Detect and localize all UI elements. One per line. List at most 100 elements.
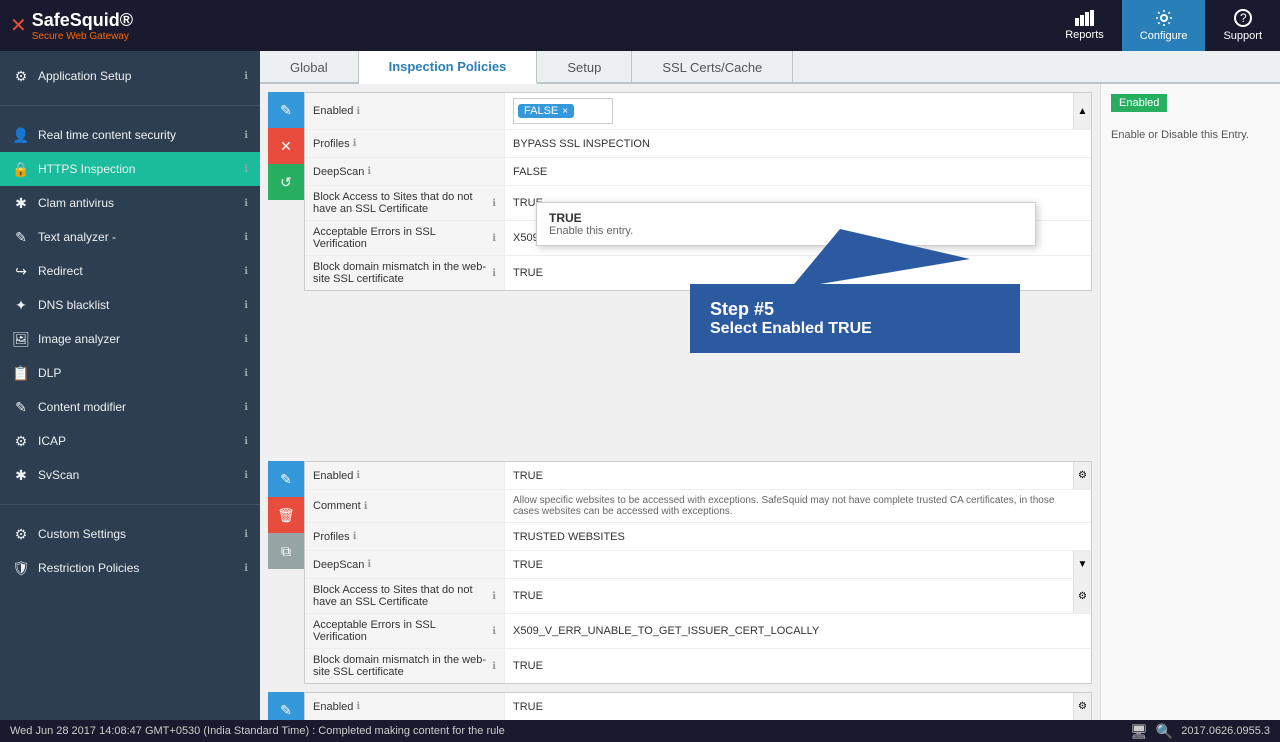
info-icon[interactable]: ℹ bbox=[492, 626, 496, 637]
main-content: Global Inspection Policies Setup SSL Cer… bbox=[260, 51, 1280, 720]
history-button-1[interactable]: ↺ bbox=[268, 164, 304, 200]
enabled-label: Enabled ℹ bbox=[305, 93, 505, 129]
info-icon[interactable]: ℹ bbox=[244, 232, 248, 243]
settings-btn-3[interactable]: ⚙ bbox=[1073, 693, 1091, 720]
info-icon[interactable]: ℹ bbox=[353, 138, 357, 149]
sidebar-item-svscan[interactable]: ✱ SvScan ℹ bbox=[0, 458, 260, 492]
info-icon[interactable]: ℹ bbox=[356, 701, 360, 712]
arrow-svg bbox=[790, 229, 970, 289]
sidebar-item-restriction[interactable]: 🛡 Restriction Policies ℹ bbox=[0, 551, 260, 585]
sidebar-item-dns[interactable]: ✦ DNS blacklist ℹ bbox=[0, 288, 260, 322]
info-icon[interactable]: ℹ bbox=[492, 233, 496, 244]
deepscan-label-2: DeepScan ℹ bbox=[305, 551, 505, 578]
tag-input[interactable]: FALSE × bbox=[513, 98, 613, 124]
sidebar-item-redirect[interactable]: ↪ Redirect ℹ bbox=[0, 254, 260, 288]
sidebar-label: Redirect bbox=[38, 264, 240, 278]
sidebar-label: DLP bbox=[38, 366, 240, 380]
support-label: Support bbox=[1223, 30, 1262, 42]
policy-block-2: ✎ 🗑 ⧉ Enabled ℹ TRUE ⚙ Comment ℹ Allow s… bbox=[268, 461, 1092, 684]
sidebar-label: Clam antivirus bbox=[38, 196, 240, 210]
step-annotation: Step #5 Select Enabled TRUE bbox=[690, 269, 1020, 353]
tab-global[interactable]: Global bbox=[260, 51, 359, 84]
sidebar-label: DNS blacklist bbox=[38, 298, 240, 312]
sidebar-item-clam[interactable]: ✱ Clam antivirus ℹ bbox=[0, 186, 260, 220]
block-domain-label-2: Block domain mismatch in the web-site SS… bbox=[305, 649, 505, 683]
info-icon[interactable]: ℹ bbox=[244, 71, 248, 82]
info-icon[interactable]: ℹ bbox=[244, 436, 248, 447]
content-area: ✎ ✕ ↺ Enabled ℹ bbox=[260, 84, 1280, 720]
sidebar-label: Restriction Policies bbox=[38, 561, 240, 575]
info-icon[interactable]: ℹ bbox=[353, 531, 357, 542]
edit-button-3[interactable]: ✎ bbox=[268, 692, 304, 720]
copy-button-2[interactable]: ⧉ bbox=[268, 533, 304, 569]
sidebar-item-text[interactable]: ✎ Text analyzer - ℹ bbox=[0, 220, 260, 254]
edit-button-2[interactable]: ✎ bbox=[268, 461, 304, 497]
info-icon[interactable]: ℹ bbox=[367, 166, 371, 177]
block-access-row-2: Block Access to Sites that do not have a… bbox=[305, 579, 1091, 614]
delete-button-2[interactable]: 🗑 bbox=[268, 497, 304, 533]
tag-close[interactable]: × bbox=[562, 106, 568, 117]
info-icon[interactable]: ℹ bbox=[367, 559, 371, 570]
info-icon[interactable]: ℹ bbox=[492, 198, 496, 209]
sidebar-item-content[interactable]: ✎ Content modifier ℹ bbox=[0, 390, 260, 424]
sidebar: ⚙ Application Setup ℹ 👤 Real time conten… bbox=[0, 51, 260, 720]
delete-button-1[interactable]: ✕ bbox=[268, 128, 304, 164]
deepscan-label: DeepScan ℹ bbox=[305, 158, 505, 185]
lock-icon: 🔒 bbox=[12, 160, 30, 178]
screen-icon: 🖥 bbox=[1130, 723, 1148, 740]
configure-button[interactable]: Configure bbox=[1122, 0, 1206, 51]
info-icon[interactable]: ℹ bbox=[244, 470, 248, 481]
sidebar-item-icap[interactable]: ⚙ ICAP ℹ bbox=[0, 424, 260, 458]
scroll-top-btn[interactable]: ▲ bbox=[1073, 93, 1091, 129]
block1-content: Enabled ℹ FALSE × ▲ bbox=[304, 92, 1092, 291]
info-icon[interactable]: ℹ bbox=[244, 563, 248, 574]
deepscan-value-2: TRUE bbox=[505, 551, 1073, 578]
info-icon[interactable]: ℹ bbox=[356, 106, 360, 117]
sidebar-label: HTTPS Inspection bbox=[38, 162, 240, 176]
deepscan-row-2: DeepScan ℹ TRUE ▼ bbox=[305, 551, 1091, 579]
settings-btn-2b[interactable]: ⚙ bbox=[1073, 579, 1091, 613]
sidebar-item-custom[interactable]: ⚙ Custom Settings ℹ bbox=[0, 517, 260, 551]
tab-setup[interactable]: Setup bbox=[537, 51, 632, 84]
policy-block-3: ✎ 🗑 ⧉ Enabled ℹ TRUE ⚙ Comment ℹ Enforce… bbox=[268, 692, 1092, 720]
reports-button[interactable]: Reports bbox=[1047, 0, 1122, 51]
info-icon[interactable]: ℹ bbox=[492, 268, 496, 279]
comment-row-2: Comment ℹ Allow specific websites to be … bbox=[305, 490, 1091, 523]
settings-btn-2[interactable]: ⚙ bbox=[1073, 462, 1091, 489]
sidebar-item-realtime[interactable]: 👤 Real time content security ℹ bbox=[0, 118, 260, 152]
info-icon[interactable]: ℹ bbox=[244, 130, 248, 141]
info-icon[interactable]: ℹ bbox=[244, 266, 248, 277]
info-icon[interactable]: ℹ bbox=[492, 591, 496, 602]
tag-text-input[interactable] bbox=[578, 105, 608, 117]
info-icon[interactable]: ℹ bbox=[492, 661, 496, 672]
sidebar-item-application-setup[interactable]: ⚙ Application Setup ℹ bbox=[0, 59, 260, 93]
support-button[interactable]: ? Support bbox=[1205, 0, 1280, 51]
info-icon[interactable]: ℹ bbox=[244, 300, 248, 311]
profiles-label: Profiles ℹ bbox=[305, 130, 505, 157]
sidebar-label: SvScan bbox=[38, 468, 240, 482]
sidebar-item-dlp[interactable]: 📋 DLP ℹ bbox=[0, 356, 260, 390]
down-btn-2[interactable]: ▼ bbox=[1073, 551, 1091, 578]
sidebar-item-image[interactable]: 🖼 Image analyzer ℹ bbox=[0, 322, 260, 356]
info-icon[interactable]: ℹ bbox=[244, 198, 248, 209]
logo-sub: Secure Web Gateway bbox=[32, 31, 133, 42]
edit-button-1[interactable]: ✎ bbox=[268, 92, 304, 128]
profiles-label-2: Profiles ℹ bbox=[305, 523, 505, 550]
info-icon[interactable]: ℹ bbox=[364, 501, 368, 512]
acceptable-errors-label-2: Acceptable Errors in SSL Verification ℹ bbox=[305, 614, 505, 648]
info-icon[interactable]: ℹ bbox=[244, 368, 248, 379]
info-icon[interactable]: ℹ bbox=[244, 334, 248, 345]
enabled-value-3: TRUE bbox=[505, 693, 1073, 720]
reports-label: Reports bbox=[1065, 29, 1104, 41]
block1-actions: ✎ ✕ ↺ bbox=[268, 92, 304, 291]
info-icon[interactable]: ℹ bbox=[244, 164, 248, 175]
main-layout: ⚙ Application Setup ℹ 👤 Real time conten… bbox=[0, 51, 1280, 720]
info-icon[interactable]: ℹ bbox=[244, 402, 248, 413]
info-icon[interactable]: ℹ bbox=[356, 470, 360, 481]
tab-ssl-certs[interactable]: SSL Certs/Cache bbox=[632, 51, 793, 84]
info-icon[interactable]: ℹ bbox=[244, 529, 248, 540]
tab-inspection[interactable]: Inspection Policies bbox=[359, 51, 538, 84]
dns-icon: ✦ bbox=[12, 296, 30, 314]
sidebar-item-https[interactable]: 🔒 HTTPS Inspection ℹ bbox=[0, 152, 260, 186]
version-area: 🖥 🔍 2017.0626.0955.3 bbox=[1130, 723, 1270, 740]
